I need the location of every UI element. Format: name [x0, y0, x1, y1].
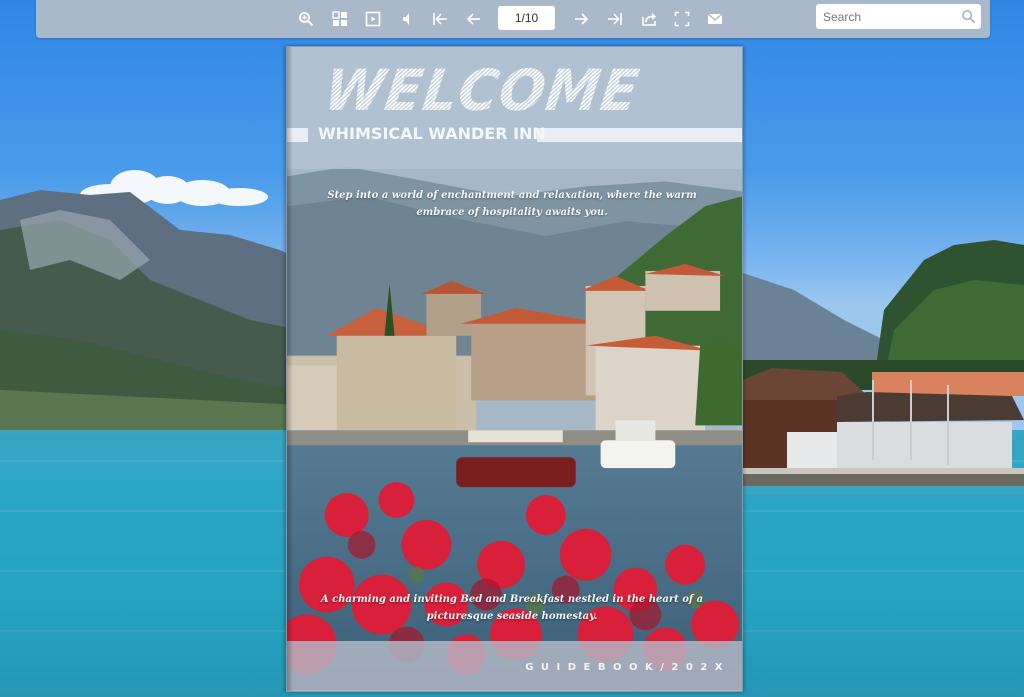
- arrow-right-icon: [575, 13, 589, 25]
- share-icon: [642, 13, 656, 26]
- email-button[interactable]: [704, 8, 726, 30]
- search-input[interactable]: [816, 9, 951, 24]
- play-icon: [365, 11, 381, 27]
- mountains-right: [734, 240, 1024, 380]
- speaker-icon: [403, 13, 409, 25]
- fullscreen-icon: [674, 11, 690, 27]
- search-icon[interactable]: [961, 9, 976, 24]
- guidebook-label: GUIDEBOOK/202X: [525, 662, 730, 673]
- first-page-button[interactable]: [429, 8, 451, 30]
- last-page-icon: [608, 13, 622, 25]
- inn-name: WHIMSICAL WANDER INN: [318, 124, 546, 143]
- arrow-left-icon: [466, 13, 480, 25]
- first-page-icon: [433, 13, 447, 25]
- flipbook-page[interactable]: WELCOME WHIMSICAL WANDER INN Step into a…: [286, 46, 743, 692]
- title-bar-right: [537, 128, 742, 142]
- page-spine-shadow: [287, 47, 293, 691]
- last-page-button[interactable]: [604, 8, 626, 30]
- share-button[interactable]: [638, 8, 660, 30]
- thumbnails-icon: [332, 11, 347, 26]
- village-right: [742, 360, 1024, 495]
- cover-description: A charming and inviting Bed and Breakfas…: [320, 594, 704, 622]
- autoplay-button[interactable]: [362, 8, 384, 30]
- search-box: [816, 4, 981, 29]
- cover-tagline: Step into a world of enchantment and rel…: [327, 190, 697, 218]
- mountains-left: [0, 190, 300, 435]
- page-number-input[interactable]: [498, 6, 555, 30]
- mail-icon: [707, 13, 723, 24]
- thumbnails-button[interactable]: [329, 8, 351, 30]
- flipbook-toolbar: [36, 0, 990, 38]
- welcome-heading: WELCOME: [320, 57, 644, 124]
- fullscreen-button[interactable]: [671, 8, 693, 30]
- previous-page-button[interactable]: [463, 8, 485, 30]
- sound-button[interactable]: [395, 8, 417, 30]
- zoom-in-button[interactable]: [295, 8, 317, 30]
- next-page-button[interactable]: [570, 8, 592, 30]
- zoom-in-icon: [299, 12, 314, 27]
